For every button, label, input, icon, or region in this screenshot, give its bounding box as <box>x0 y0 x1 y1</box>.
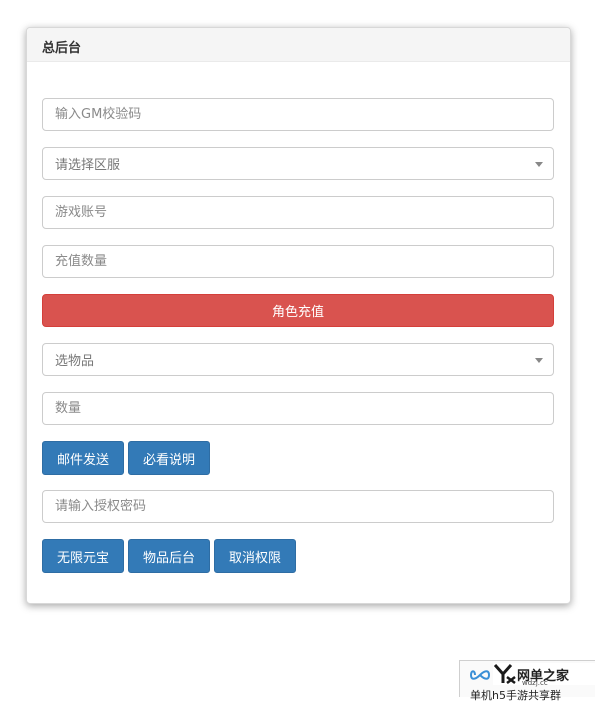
quantity-input[interactable] <box>42 392 554 425</box>
unlimited-yuanbao-button[interactable]: 无限元宝 <box>42 539 124 573</box>
send-mail-button[interactable]: 邮件发送 <box>42 441 124 475</box>
infinity-logo-icon <box>469 667 491 686</box>
game-account-input[interactable] <box>42 196 554 229</box>
item-backend-label: 物品后台 <box>142 550 195 566</box>
admin-panel: 总后台 请选择区服 角色充值 选物品 邮件发送 必看说明 无限元宝 物品后台 取… <box>26 27 571 604</box>
auth-password-input[interactable] <box>42 490 554 523</box>
server-select-value: 请选择区服 <box>55 158 121 173</box>
item-select-value: 选物品 <box>55 354 95 369</box>
site-watermark: 网单之家 wdzj.cc 单机h5手游共享群 <box>459 660 595 702</box>
send-mail-label: 邮件发送 <box>56 452 109 468</box>
must-read-button[interactable]: 必看说明 <box>128 441 210 475</box>
role-recharge-label: 角色充值 <box>271 305 324 320</box>
chevron-down-icon <box>535 162 543 167</box>
unlimited-yuanbao-label: 无限元宝 <box>56 550 109 566</box>
cancel-permission-label: 取消权限 <box>228 550 281 566</box>
gm-code-input[interactable] <box>42 98 554 131</box>
item-backend-button[interactable]: 物品后台 <box>128 539 210 573</box>
watermark-domain: wdzj.cc <box>522 679 548 687</box>
recharge-amount-input[interactable] <box>42 245 554 278</box>
server-select[interactable]: 请选择区服 <box>42 147 554 180</box>
panel-title: 总后台 <box>27 28 570 62</box>
watermark-caption: 单机h5手游共享群 <box>470 689 561 702</box>
cancel-permission-button[interactable]: 取消权限 <box>214 539 296 573</box>
item-select[interactable]: 选物品 <box>42 343 554 376</box>
must-read-label: 必看说明 <box>142 452 195 468</box>
role-recharge-button[interactable]: 角色充值 <box>42 294 554 327</box>
chevron-down-icon <box>535 358 543 363</box>
yx-logo-icon <box>493 663 517 689</box>
